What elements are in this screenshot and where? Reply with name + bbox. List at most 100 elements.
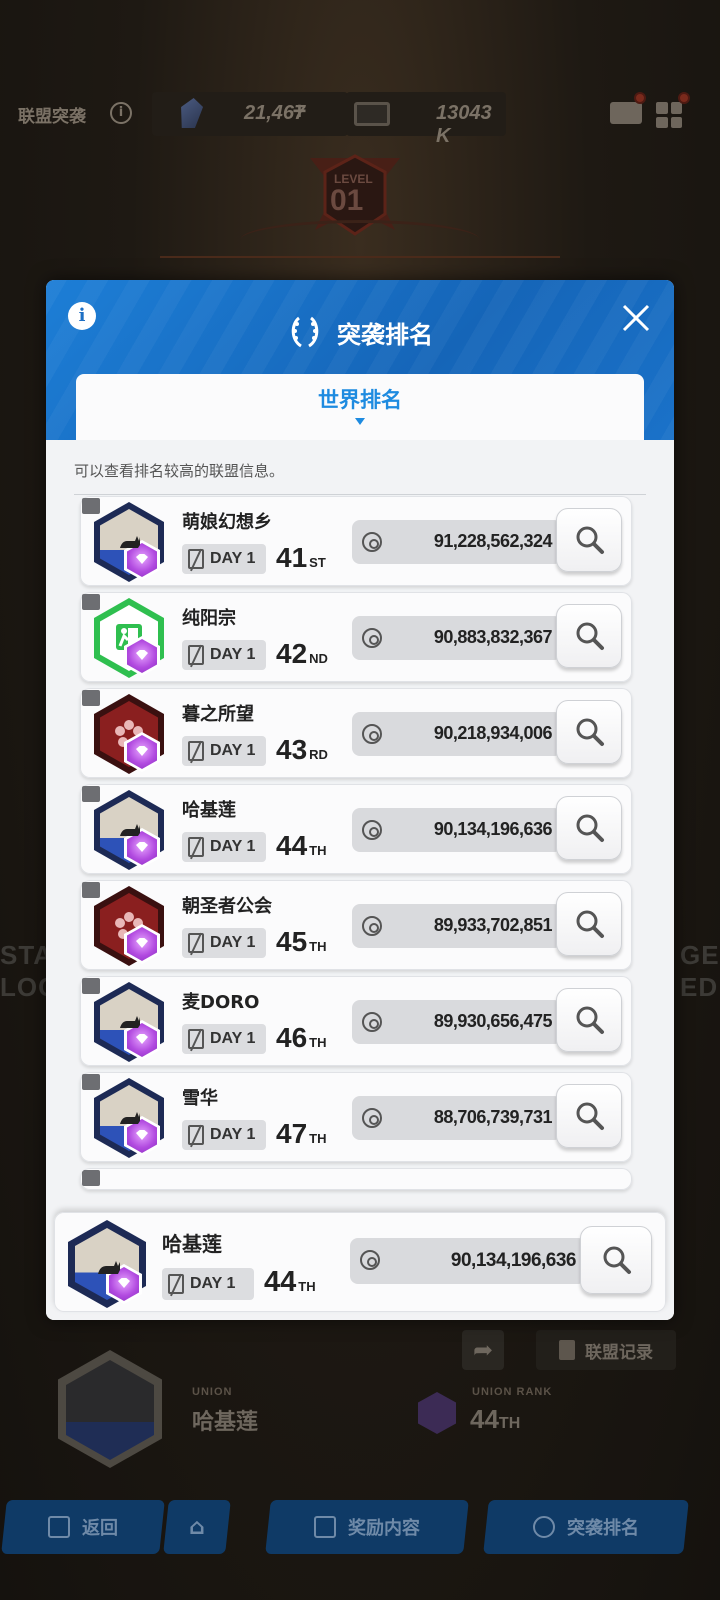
- rank-value: 46 TH: [276, 1022, 327, 1053]
- calendar-icon: [188, 741, 204, 761]
- list-item-partial[interactable]: [80, 1168, 632, 1190]
- rank-value: 42 ND: [276, 638, 328, 669]
- search-button[interactable]: [556, 988, 622, 1052]
- raid-title: 联盟突袭: [18, 107, 86, 127]
- list-item[interactable]: 朝圣者公会 DAY 1 45 TH 89,933,702,851: [80, 880, 632, 970]
- document-icon: [559, 1340, 575, 1360]
- calendar-icon: [188, 645, 204, 665]
- search-icon: [576, 814, 604, 842]
- rank-value: 41 ST: [276, 542, 326, 573]
- ranking-hint: 可以查看排名较高的联盟信息。: [74, 462, 285, 480]
- mail-icon[interactable]: [610, 102, 642, 124]
- own-rank: 44 TH: [264, 1266, 316, 1298]
- rank-value: 43 RD: [276, 734, 328, 765]
- day-badge: DAY 1: [182, 736, 266, 766]
- list-item[interactable]: 萌娘幻想乡 DAY 1 41 ST 91,228,562,324: [80, 496, 632, 586]
- score-value: 90,134,196,636: [433, 819, 553, 839]
- raid-rank-button[interactable]: 突袭排名: [483, 1500, 689, 1554]
- rank-value: 44 TH: [276, 830, 327, 861]
- bottom-navigation: 返回 ⌂ 奖励内容 突袭排名: [0, 1500, 720, 1556]
- own-union-name: 哈基莲: [162, 1232, 222, 1256]
- day-label: DAY 1: [210, 838, 256, 855]
- union-name: 麦DORO: [182, 992, 260, 1013]
- search-button[interactable]: [556, 508, 622, 572]
- back-icon: [48, 1516, 70, 1538]
- calendar-icon: [168, 1274, 184, 1294]
- home-button[interactable]: ⌂: [163, 1500, 231, 1554]
- tab-world-ranking[interactable]: 世界排名: [76, 374, 644, 440]
- caret-down-icon: [355, 418, 365, 425]
- day-label: DAY 1: [190, 1275, 236, 1292]
- score-pill: 89,933,702,851: [352, 904, 562, 948]
- calendar-icon: [188, 933, 204, 953]
- day-label: DAY 1: [210, 1030, 256, 1047]
- search-icon: [576, 910, 604, 938]
- search-icon: [603, 1246, 631, 1274]
- menu-grid-icon[interactable]: [656, 102, 682, 128]
- crystal-plus-button[interactable]: +: [292, 98, 306, 126]
- union-name: 暮之所望: [182, 704, 254, 725]
- medal-icon: [533, 1516, 555, 1538]
- calendar-icon: [188, 837, 204, 857]
- divider: [74, 494, 646, 495]
- union-name: 雪华: [182, 1088, 218, 1109]
- score-value: 90,883,832,367: [433, 627, 553, 647]
- list-item[interactable]: 雪华 DAY 1 47 TH 88,706,739,731: [80, 1072, 632, 1162]
- back-label: 返回: [82, 1518, 118, 1539]
- info-icon[interactable]: i: [110, 102, 132, 124]
- laurel-icon: [291, 316, 319, 348]
- modal-body: 可以查看排名较高的联盟信息。 萌娘幻想乡 DAY 1 41 ST 91,228,5…: [46, 440, 674, 1320]
- union-record-button[interactable]: 联盟记录: [536, 1330, 676, 1370]
- list-item[interactable]: 暮之所望 DAY 1 43 RD 90,218,934,006: [80, 688, 632, 778]
- search-button[interactable]: [556, 604, 622, 668]
- day-label: DAY 1: [210, 1126, 256, 1143]
- target-icon: [362, 628, 382, 648]
- day-badge: DAY 1: [182, 928, 266, 958]
- union-label: UNION: [192, 1386, 233, 1398]
- day-badge: DAY 1: [182, 1120, 266, 1150]
- reward-button[interactable]: 奖励内容: [265, 1500, 469, 1554]
- score-pill: 91,228,562,324: [352, 520, 562, 564]
- union-name: 哈基莲: [182, 800, 236, 821]
- search-icon: [576, 1006, 604, 1034]
- search-button[interactable]: [556, 796, 622, 860]
- calendar-icon: [188, 1125, 204, 1145]
- search-button[interactable]: [556, 1084, 622, 1148]
- modal-title: 突袭排名: [46, 314, 674, 350]
- search-icon: [576, 622, 604, 650]
- search-button[interactable]: [556, 700, 622, 764]
- ticket-resource: 13043 K: [346, 92, 506, 147]
- home-icon: ⌂: [189, 1514, 205, 1540]
- target-icon: [360, 1250, 380, 1270]
- own-search-button[interactable]: [580, 1226, 652, 1294]
- calendar-icon: [188, 1029, 204, 1049]
- score-pill: 90,883,832,367: [352, 616, 562, 660]
- list-item[interactable]: 哈基莲 DAY 1 44 TH 90,134,196,636: [80, 784, 632, 874]
- target-icon: [362, 916, 382, 936]
- score-pill: 90,218,934,006: [352, 712, 562, 756]
- share-button[interactable]: ➦: [462, 1330, 504, 1370]
- union-name: 纯阳宗: [182, 608, 236, 629]
- back-button[interactable]: 返回: [1, 1500, 165, 1554]
- rank-value: 45 TH: [276, 926, 327, 957]
- own-union-row[interactable]: 哈基莲 DAY 1 44 TH 90,134,196,636: [54, 1212, 666, 1312]
- day-label: DAY 1: [210, 934, 256, 951]
- score-value: 89,930,656,475: [433, 1011, 553, 1031]
- search-button[interactable]: [556, 892, 622, 956]
- tab-world-ranking-label: 世界排名: [318, 388, 402, 412]
- level-wings: [240, 220, 480, 260]
- menu-notification-dot: [678, 92, 690, 104]
- union-member-flag-icon: [82, 1170, 100, 1186]
- list-item[interactable]: 纯阳宗 DAY 1 42 ND 90,883,832,367: [80, 592, 632, 682]
- calendar-icon: [188, 549, 204, 569]
- top-bar: 联盟突袭 i 21,467 + 13043 K: [0, 88, 720, 147]
- search-icon: [576, 526, 604, 554]
- list-item[interactable]: 麦DORO DAY 1 46 TH 89,930,656,475: [80, 976, 632, 1066]
- day-badge: DAY 1: [182, 1024, 266, 1054]
- cat-icon: [120, 1016, 140, 1028]
- rank-value: 47 TH: [276, 1118, 327, 1149]
- close-icon[interactable]: [620, 302, 652, 334]
- crystal-icon: [177, 98, 204, 128]
- target-icon: [362, 724, 382, 744]
- bg-stage-text-right: GE: [680, 940, 720, 970]
